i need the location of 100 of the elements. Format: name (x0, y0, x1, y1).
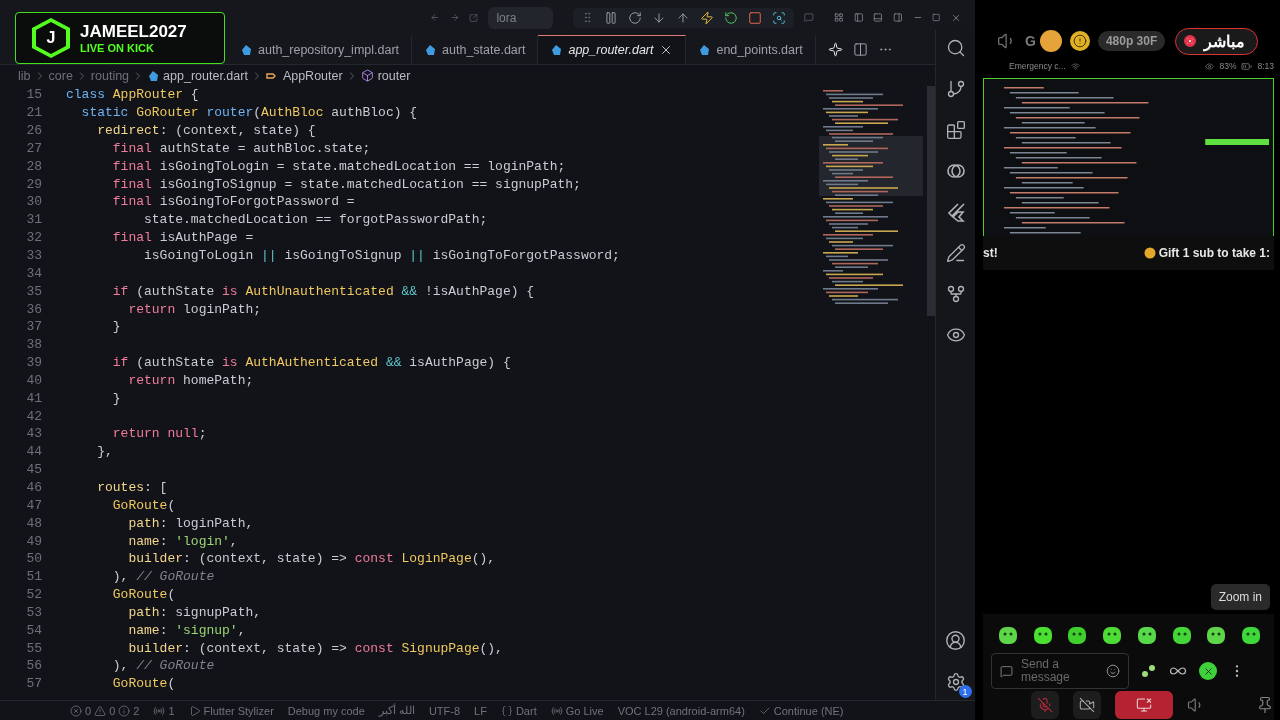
coin-icon (1143, 247, 1156, 259)
channel-name: JAMEEL2027 (80, 22, 187, 42)
restart-icon[interactable] (724, 10, 739, 25)
overlapping-circles-icon[interactable] (945, 161, 966, 181)
breadcrumb-item[interactable]: router (360, 68, 411, 83)
dots-icon[interactable] (1141, 663, 1157, 679)
line-number: 50 (25, 551, 42, 567)
emote-icon[interactable] (1205, 624, 1228, 646)
dart-file-icon (550, 44, 563, 56)
stop-share-button[interactable] (1115, 691, 1173, 719)
dart-file-icon (698, 44, 711, 56)
problems-status[interactable]: 0 0 2 (70, 704, 140, 717)
code-line: isGoingToLogin || isGoingToSignup || isGoingToForgotPassword; (143, 248, 620, 263)
camera-off-icon (1079, 697, 1095, 713)
panel-left-icon[interactable] (853, 10, 864, 25)
line-number: 21 (25, 105, 42, 121)
emote-icon[interactable] (1170, 624, 1193, 646)
chat-input-field[interactable]: Send a message (991, 653, 1129, 689)
line-number: 53 (25, 604, 42, 620)
phone-status-text: Emergency c... (1009, 61, 1066, 71)
battery-icon (1241, 60, 1253, 72)
status-item[interactable]: Continue (NE) (758, 704, 844, 717)
account-icon[interactable] (945, 630, 966, 651)
line-number: 55 (25, 640, 42, 656)
breadcrumb-item[interactable]: AppRouter (265, 68, 343, 83)
status-item[interactable]: الله أكبر (378, 704, 415, 717)
extensions-icon[interactable] (945, 120, 966, 140)
info-icon (118, 704, 131, 717)
status-item[interactable]: 1 (153, 704, 175, 717)
line-number: 31 (25, 212, 42, 228)
status-item[interactable]: Dart (500, 704, 537, 717)
code-line: final authState = authBloc.state; (111, 140, 371, 156)
editor-tab[interactable]: auth_repository_impl.dart (228, 35, 413, 64)
sparkle-icon[interactable] (827, 42, 843, 57)
line-number: 28 (25, 158, 42, 174)
step-out-icon[interactable] (676, 10, 691, 25)
breadcrumb-item[interactable]: core (48, 68, 73, 83)
tab-label: app_router.dart (568, 43, 654, 57)
layout-icon[interactable] (833, 10, 844, 25)
code-line: GoRoute( (111, 587, 176, 603)
line-number: 47 (25, 497, 42, 513)
quality-label: 480p 30F (1097, 31, 1166, 51)
status-item[interactable]: Go Live (550, 704, 604, 717)
command-search-field[interactable]: lora (488, 6, 554, 29)
avatar (1039, 30, 1062, 52)
search-icon[interactable] (945, 38, 966, 58)
code-line: } (111, 390, 121, 406)
breadcrumb-item[interactable]: routing (90, 68, 130, 83)
dart-file-icon (147, 69, 160, 82)
code-line: final isGoingToSignup = state.matchedLocation == signupPath; (111, 176, 581, 192)
line-number: 56 (25, 658, 42, 674)
panel-bottom-icon[interactable] (873, 10, 883, 25)
step-over-icon[interactable] (628, 10, 643, 25)
flutter-icon[interactable] (945, 202, 966, 222)
line-number: 51 (25, 569, 42, 585)
breadcrumb-item[interactable]: app_router.dart (147, 68, 248, 83)
status-item[interactable]: Debug my code (287, 704, 365, 717)
code-line: routes: [ (96, 480, 168, 495)
pin-icon[interactable] (1256, 696, 1274, 714)
emote-icon[interactable] (1239, 624, 1262, 646)
pencil-icon[interactable] (945, 243, 966, 263)
mute-button[interactable] (1031, 691, 1059, 719)
emote-icon[interactable] (1101, 624, 1124, 646)
lightning-icon[interactable] (700, 10, 715, 25)
code-line: name: 'login', (127, 533, 238, 549)
tooltip: Zoom in (1210, 584, 1270, 610)
camera-button[interactable] (1073, 691, 1101, 719)
split-editor-icon[interactable] (852, 42, 868, 57)
panel-right-icon[interactable] (892, 10, 903, 25)
emote-icon[interactable] (1031, 624, 1054, 646)
code-line: static GoRouter router(AuthBloc authBloc) { (80, 105, 418, 121)
code-line: name: 'signup', (127, 622, 246, 638)
breadcrumb-item[interactable]: lib (18, 68, 31, 83)
status-item[interactable]: UTF-8 (428, 704, 461, 717)
line-number: 43 (25, 426, 42, 442)
editor-tab[interactable]: app_router.dart (538, 35, 687, 64)
maximize-icon[interactable] (932, 11, 941, 24)
status-item[interactable]: LF (474, 704, 487, 717)
code-line: } (111, 319, 121, 335)
scrollbar-thumb[interactable] (927, 86, 935, 316)
code-line: final isGoingToLogin = state.matchedLocation == loginPath; (111, 158, 566, 174)
mic-off-icon (1037, 697, 1053, 713)
source-control-icon[interactable] (945, 79, 966, 99)
line-number: 26 (25, 123, 42, 139)
inspect-icon[interactable] (772, 10, 787, 25)
editor-tab[interactable]: end_points.dart (686, 35, 816, 64)
chat-icon (1000, 664, 1013, 678)
status-item[interactable]: VOC L29 (android-arm64) (617, 704, 745, 717)
emote-icon[interactable] (997, 624, 1019, 646)
git-fork-icon[interactable] (945, 284, 966, 304)
code-line: ), // GoRoute (111, 658, 215, 674)
smile-icon[interactable] (1106, 664, 1120, 678)
line-number: 42 (25, 408, 42, 424)
eye-icon (1205, 61, 1215, 71)
line-number: 44 (25, 444, 42, 460)
pause-icon[interactable] (604, 10, 619, 25)
status-item[interactable]: Flutter Stylizer (188, 704, 274, 717)
stop-icon[interactable] (748, 10, 763, 25)
emote-icon[interactable] (1066, 624, 1089, 646)
emote-icon[interactable] (1135, 624, 1158, 646)
